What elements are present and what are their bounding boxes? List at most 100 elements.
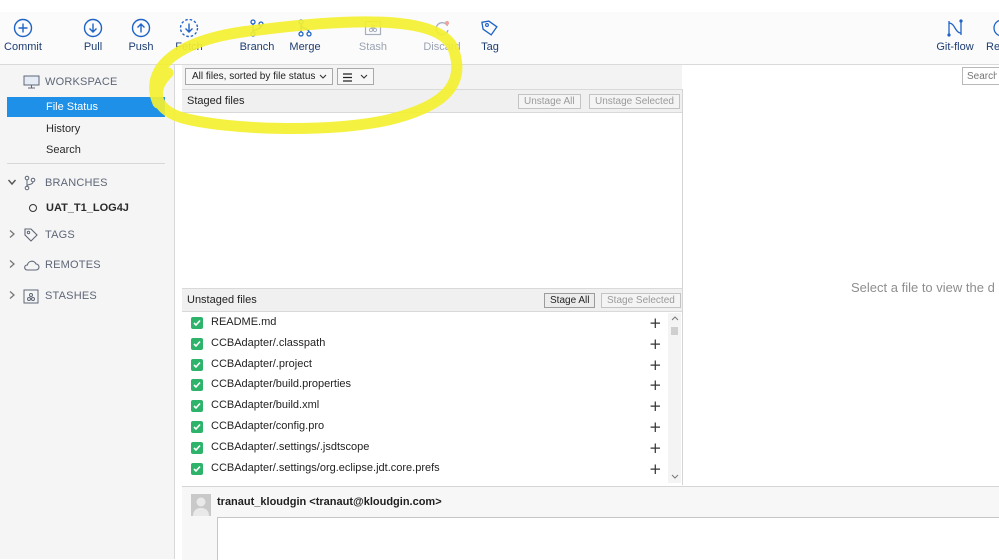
commit-message-input[interactable]	[217, 517, 999, 560]
plus-circle-icon	[13, 18, 33, 38]
discard-label: Discard	[423, 41, 461, 53]
unstage-selected-button[interactable]: Unstage Selected	[589, 94, 680, 109]
stage-file-plus-icon[interactable]: +	[649, 460, 662, 478]
branches-label: BRANCHES	[45, 177, 108, 189]
chevron-down-icon	[7, 177, 19, 190]
staged-files-header: Staged files Unstage All Unstage Selecte…	[182, 89, 682, 113]
sidebar-item-search[interactable]: Search	[7, 140, 165, 160]
list-icon	[343, 72, 352, 87]
checkbox-checked-icon[interactable]	[191, 317, 203, 329]
stage-file-plus-icon[interactable]: +	[649, 418, 662, 436]
stage-file-plus-icon[interactable]: +	[649, 376, 662, 394]
file-name: CCBAdapter/.settings/org.eclipse.jdt.cor…	[211, 461, 440, 474]
pull-button[interactable]: Pull	[68, 18, 118, 53]
unstage-all-button[interactable]: Unstage All	[518, 94, 581, 109]
scroll-thumb[interactable]	[671, 327, 678, 335]
cloud-icon	[23, 259, 41, 271]
fetch-button[interactable]: Fetch	[164, 18, 214, 53]
unstaged-files-header: Unstaged files Stage All Stage Selected	[182, 288, 682, 312]
merge-icon	[298, 19, 312, 37]
sidebar-item-file-status[interactable]: File Status	[7, 97, 165, 117]
scroll-up-icon[interactable]	[671, 314, 679, 323]
stage-file-plus-icon[interactable]: +	[649, 397, 662, 415]
checkbox-checked-icon[interactable]	[191, 420, 203, 433]
file-row[interactable]: CCBAdapter/.classpath +	[182, 334, 668, 355]
file-name: CCBAdapter/build.xml	[211, 399, 320, 412]
sidebar-tags-header[interactable]: TAGS	[0, 225, 174, 245]
scroll-down-icon[interactable]	[671, 473, 679, 482]
stage-file-plus-icon[interactable]: +	[649, 439, 662, 457]
toolbar: Commit Pull Push Fetch Branch Merge Stas…	[0, 12, 999, 65]
stage-selected-button[interactable]: Stage Selected	[601, 293, 681, 308]
unstaged-files-title: Unstaged files	[187, 294, 257, 306]
stage-file-plus-icon[interactable]: +	[649, 356, 662, 374]
current-branch-label: UAT_T1_LOG4J	[46, 202, 129, 214]
window-top-strip	[0, 0, 999, 12]
remotes-label: REMOTES	[45, 259, 101, 271]
arrow-up-circle-icon	[131, 18, 151, 38]
commit-area: tranaut_kloudgin <tranaut@kloudgin.com>	[182, 486, 999, 560]
branch-button[interactable]: Branch	[232, 18, 282, 53]
file-row[interactable]: README.md +	[182, 313, 668, 334]
workspace-label: WORKSPACE	[45, 76, 118, 88]
sidebar-item-current-branch[interactable]: UAT_T1_LOG4J	[7, 198, 165, 218]
checkbox-checked-icon[interactable]	[191, 462, 203, 475]
staged-files-title: Staged files	[187, 95, 245, 107]
current-branch-dot-icon	[29, 204, 37, 212]
file-row[interactable]: CCBAdapter/build.xml +	[182, 396, 668, 417]
file-row[interactable]: CCBAdapter/.settings/org.eclipse.jdt.cor…	[182, 459, 668, 480]
merge-label: Merge	[289, 41, 321, 53]
unstaged-scrollbar[interactable]	[668, 313, 681, 483]
sidebar-workspace-header[interactable]: WORKSPACE	[0, 72, 174, 92]
view-mode-dropdown[interactable]	[337, 68, 374, 85]
tag-button[interactable]: Tag	[465, 18, 515, 53]
stash-label: Stash	[358, 41, 388, 53]
push-button[interactable]: Push	[116, 18, 166, 53]
branch-icon	[23, 175, 41, 191]
sidebar-divider	[7, 163, 165, 164]
checkbox-checked-icon[interactable]	[191, 379, 203, 392]
stash-button[interactable]: Stash	[348, 18, 398, 53]
file-name: README.md	[211, 316, 277, 328]
file-row[interactable]: CCBAdapter/.settings/.jsdtscope +	[182, 438, 668, 459]
remote-button[interactable]: Re	[980, 18, 999, 53]
sidebar-item-history[interactable]: History	[7, 119, 165, 139]
file-row[interactable]: CCBAdapter/build.properties +	[182, 375, 668, 396]
sidebar-stashes-header[interactable]: STASHES	[0, 286, 174, 306]
file-name: CCBAdapter/config.pro	[211, 419, 325, 432]
stashes-label: STASHES	[45, 290, 97, 302]
fetch-label: Fetch	[175, 41, 203, 53]
checkbox-checked-icon[interactable]	[191, 337, 203, 350]
stage-all-button[interactable]: Stage All	[544, 293, 596, 308]
checkbox-checked-icon[interactable]	[191, 441, 203, 454]
sidebar: WORKSPACE File Status History Search BRA…	[0, 65, 175, 559]
checkbox-checked-icon[interactable]	[191, 358, 203, 371]
discard-button[interactable]: Discard	[417, 18, 467, 53]
file-name: CCBAdapter/.project	[211, 357, 312, 370]
stashes-icon	[23, 289, 41, 304]
stage-file-plus-icon[interactable]: +	[649, 314, 662, 332]
merge-button[interactable]: Merge	[280, 18, 330, 53]
push-label: Push	[128, 41, 154, 53]
chevron-right-icon	[7, 229, 19, 242]
search-input[interactable]	[962, 67, 999, 85]
file-name: CCBAdapter/.classpath	[211, 336, 326, 349]
commit-author: tranaut_kloudgin <tranaut@kloudgin.com>	[217, 496, 442, 508]
sidebar-remotes-header[interactable]: REMOTES	[0, 255, 174, 275]
stage-file-plus-icon[interactable]: +	[649, 335, 662, 353]
chevron-down-icon	[360, 69, 368, 89]
checkbox-checked-icon[interactable]	[191, 400, 203, 413]
sidebar-branches-header[interactable]: BRANCHES	[0, 173, 174, 193]
git-flow-button[interactable]: Git-flow	[930, 18, 980, 53]
staged-files-list[interactable]	[182, 113, 683, 288]
sort-dropdown-value: All files, sorted by file status	[192, 71, 316, 82]
unstaged-files-list: README.md + CCBAdapter/.classpath + CCBAda…	[182, 313, 668, 483]
sort-dropdown[interactable]: All files, sorted by file status	[185, 68, 333, 85]
chevron-down-icon	[319, 69, 327, 89]
tags-label: TAGS	[45, 229, 75, 241]
commit-button[interactable]: Commit	[0, 18, 48, 53]
commit-label: Commit	[4, 41, 42, 53]
file-row[interactable]: CCBAdapter/.project +	[182, 355, 668, 376]
file-row[interactable]: CCBAdapter/config.pro +	[182, 417, 668, 438]
remote-label: Re	[986, 41, 999, 53]
